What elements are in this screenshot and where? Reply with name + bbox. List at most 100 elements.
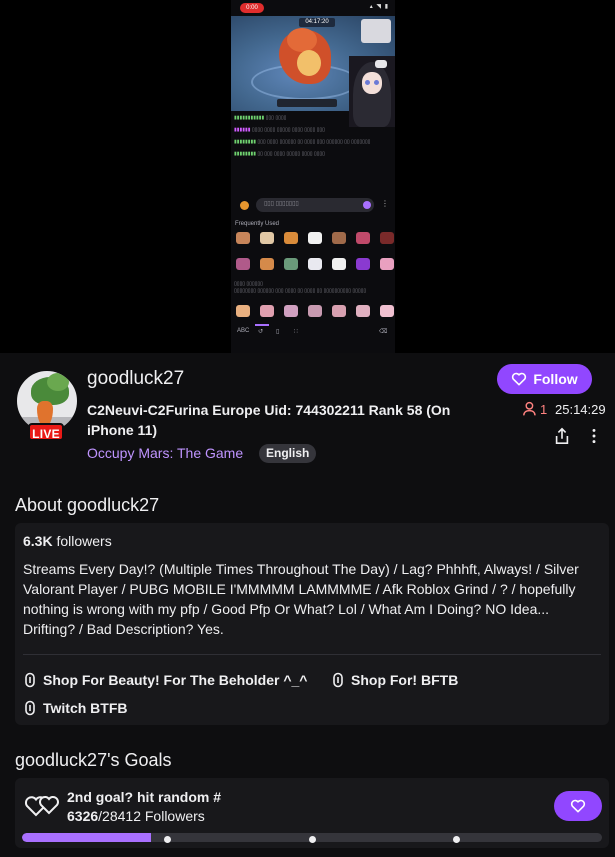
heart-icon <box>570 799 586 813</box>
vtuber-eye <box>374 80 379 85</box>
live-badge: LIVE <box>28 423 64 441</box>
goal-follow-button[interactable] <box>554 791 602 821</box>
link-icon <box>333 672 343 688</box>
phone-keyboard-row: ABC ↺ ▯ ∷ ⌫ <box>231 322 395 342</box>
emote <box>332 232 346 244</box>
keyboard-abc-key: ABC <box>237 328 250 334</box>
goal-name: 2nd goal? hit random # <box>67 789 222 805</box>
game-category-link[interactable]: Occupy Mars: The Game <box>87 445 243 461</box>
social-link-label: Shop For! BFTB <box>351 672 459 688</box>
game-overlay-panel <box>361 19 391 43</box>
social-link-label: Shop For Beauty! For The Beholder ^_^ <box>43 672 308 688</box>
phone-chat-input: ▯▯▯ ▯▯▯▯▯▯▯ <box>256 198 374 212</box>
emote <box>380 232 394 244</box>
emote <box>284 232 298 244</box>
hearts-icon <box>24 796 59 817</box>
backspace-icon: ⌫ <box>379 329 388 335</box>
status-icons: ▴ ◥ ▮ <box>369 4 389 10</box>
emote <box>260 305 274 317</box>
keyboard-tab-indicator <box>255 324 269 326</box>
link-icon <box>25 672 35 688</box>
emote <box>236 258 250 270</box>
frequently-used-label: Frequently Used <box>235 221 280 227</box>
emote <box>260 258 274 270</box>
channel-bio: Streams Every Day!? (Multiple Times Thro… <box>23 561 579 637</box>
heart-icon <box>512 372 527 386</box>
social-link-label: Twitch BTFB <box>43 700 128 716</box>
emote <box>308 305 322 317</box>
about-heading: About goodluck27 <box>15 495 160 515</box>
stream-uptime: 25:14:29 <box>555 402 606 417</box>
viewer-icon <box>523 401 536 416</box>
emote <box>356 232 370 244</box>
stream-phone-capture: 0:00 ▴ ◥ ▮ 04:17:20 ▮▮▮▮▮▮▮▮▮▮▮ ▯▯▯ ▯▯▯▯… <box>231 0 395 353</box>
video-player[interactable]: 0:00 ▴ ◥ ▮ 04:17:20 ▮▮▮▮▮▮▮▮▮▮▮ ▯▯▯ ▯▯▯▯… <box>0 0 615 353</box>
link-icon <box>25 700 35 716</box>
chat-line: ▮▮▮▮▮▮▮▮▮▮▮ ▯▯▯ ▯▯▯▯ <box>234 115 287 121</box>
sticker-icon: ▯ <box>276 329 280 335</box>
goal-progress-fill <box>22 833 152 842</box>
follower-count-value: 6.3K <box>23 533 53 549</box>
recent-icon: ↺ <box>258 329 264 335</box>
emote <box>284 258 298 270</box>
chat-line: ▮▮▮▮▮▮▮▮ ▯▯▯ ▯▯▯▯ ▯▯▯▯▯▯ ▯▯ ▯▯▯▯ ▯▯▯ ▯▯▯… <box>234 139 371 145</box>
social-link[interactable]: Shop For Beauty! For The Beholder ^_^ <box>23 672 307 688</box>
emote <box>308 258 322 270</box>
emote <box>380 258 394 270</box>
social-link[interactable]: Twitch BTFB <box>23 700 128 716</box>
follow-label: Follow <box>533 371 578 387</box>
more-options-icon[interactable] <box>587 428 601 444</box>
vtuber-eye <box>365 80 370 85</box>
emote-row <box>236 305 394 317</box>
emote <box>332 305 346 317</box>
emote-picker-icon <box>363 201 371 209</box>
game-hud-bar <box>277 99 337 107</box>
game-character-belly <box>297 50 321 76</box>
follower-count-label: followers <box>56 533 112 549</box>
goal-progress-text: 6326/28412 Followers <box>67 808 205 824</box>
emote <box>356 258 370 270</box>
viewer-count: 1 <box>540 402 548 417</box>
chat-line: ▮▮▮▮▮▮▮▮ ▯▯ ▯▯▯ ▯▯▯▯ ▯▯▯▯▯ ▯▯▯▯ ▯▯▯▯ <box>234 151 325 157</box>
emoji-icon <box>240 201 249 210</box>
channel-header: LIVE goodluck27 C2Neuvi-C2Furina Europe … <box>0 353 615 478</box>
game-view: 04:17:20 <box>231 16 395 127</box>
divider <box>23 654 601 655</box>
emote-grid <box>236 232 394 270</box>
goal-milestone-marker <box>309 836 316 843</box>
phone-status-bar: 0:00 ▴ ◥ ▮ <box>231 0 395 16</box>
language-tag[interactable]: English <box>259 444 317 463</box>
goal-target: /28412 Followers <box>98 808 205 824</box>
goal-milestone-marker <box>453 836 460 843</box>
emote <box>236 232 250 244</box>
follow-button[interactable]: Follow <box>497 364 592 394</box>
phone-chat-placeholder: ▯▯▯ ▯▯▯▯▯▯▯ <box>264 201 299 207</box>
goal-milestone-marker <box>164 836 171 843</box>
emote <box>236 305 250 317</box>
stream-title: C2Neuvi-C2Furina Europe Uid: 744302211 R… <box>87 402 451 438</box>
emote <box>356 305 370 317</box>
chat-line: ▮▮▮▮▮▮ ▯▯▯▯ ▯▯▯▯ ▯▯▯▯▯ ▯▯▯▯ ▯▯▯▯ ▯▯▯ <box>234 127 325 133</box>
follower-count: 6.3K followers <box>23 533 112 549</box>
share-icon[interactable] <box>553 427 571 445</box>
channel-name[interactable]: goodluck27 <box>87 368 184 390</box>
vtuber-bow <box>375 60 387 68</box>
game-character-head <box>287 28 317 52</box>
emote <box>380 305 394 317</box>
emote <box>260 232 274 244</box>
emote <box>308 232 322 244</box>
phone-chat: ▮▮▮▮▮▮▮▮▮▮▮ ▯▯▯ ▯▯▯▯ ▮▮▮▮▮▮ ▯▯▯▯ ▯▯▯▯ ▯▯… <box>231 111 395 193</box>
emote <box>284 305 298 317</box>
goals-heading: goodluck27's Goals <box>15 750 172 770</box>
recording-indicator: 0:00 <box>240 3 264 13</box>
grid-icon: ∷ <box>294 329 298 335</box>
more-icon: ⋮ <box>381 199 389 208</box>
game-timer: 04:17:20 <box>299 18 335 27</box>
avatar-leaves <box>47 373 69 391</box>
goal-current: 6326 <box>67 808 99 824</box>
goal-card: 2nd goal? hit random # 6326/28412 Follow… <box>15 778 609 848</box>
about-panel: 6.3K followers Streams Every Day!? (Mult… <box>15 523 609 725</box>
social-link[interactable]: Shop For! BFTB <box>331 672 458 688</box>
emote <box>332 258 346 270</box>
subscriber-notice: ▯▯▯▯ ▯▯▯▯▯▯ ▯▯▯▯▯▯▯▯ ▯▯▯▯▯▯ ▯▯▯ ▯▯▯▯ ▯▯ ▯… <box>234 281 367 294</box>
